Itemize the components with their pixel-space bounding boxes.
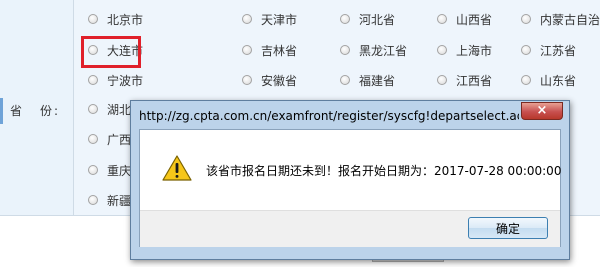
province-option-beijing[interactable]: 北京市 <box>88 11 143 27</box>
province-option-xinjiang[interactable]: 新疆 <box>88 192 131 208</box>
province-option-heilongjiang[interactable]: 黑龙江省 <box>340 42 407 58</box>
ok-button[interactable]: 确定 <box>468 217 548 239</box>
province-label-text: 新疆 <box>107 193 132 208</box>
province-option-hebei[interactable]: 河北省 <box>340 11 395 27</box>
radio-button[interactable] <box>437 45 447 55</box>
selection-highlight-box <box>81 36 141 68</box>
province-label: 省份: <box>10 104 61 118</box>
warning-icon <box>162 155 192 181</box>
province-label-text: 黑龙江省 <box>359 43 408 58</box>
radio-button[interactable] <box>340 45 350 55</box>
province-option-guangxi[interactable]: 广西 <box>88 131 131 147</box>
province-option-shandong[interactable]: 山东省 <box>521 72 576 88</box>
province-label-cell: 省份: <box>0 0 74 216</box>
province-label-text: 江西省 <box>456 73 493 88</box>
province-label-text: 山西省 <box>456 12 493 27</box>
dialog-footer: 确定 <box>140 210 560 247</box>
radio-button[interactable] <box>340 14 350 24</box>
province-label-text: 重庆 <box>107 163 132 178</box>
radio-button[interactable] <box>88 104 98 114</box>
radio-button[interactable] <box>88 195 98 205</box>
radio-button[interactable] <box>88 134 98 144</box>
province-option-shanghai[interactable]: 上海市 <box>437 42 492 58</box>
province-option-jiangxi[interactable]: 江西省 <box>437 72 492 88</box>
province-label-text: 吉林省 <box>261 43 298 58</box>
radio-button[interactable] <box>437 14 447 24</box>
province-label-text: 山东省 <box>540 73 577 88</box>
dialog-body: 该省市报名日期还未到！报名开始日期为：2017-07-28 00:00:00 确… <box>139 129 561 247</box>
province-label-text: 江苏省 <box>540 43 577 58</box>
province-label-text: 福建省 <box>359 73 396 88</box>
radio-button[interactable] <box>437 75 447 85</box>
radio-button[interactable] <box>521 45 531 55</box>
radio-button[interactable] <box>88 75 98 85</box>
province-label-text: 广西 <box>107 132 132 147</box>
province-label-text: 内蒙古自治区 <box>540 12 600 27</box>
province-label-text: 湖北 <box>107 102 132 117</box>
radio-button[interactable] <box>521 75 531 85</box>
province-option-jiangsu[interactable]: 江苏省 <box>521 42 576 58</box>
alert-dialog: http://zg.cpta.com.cn/examfront/register… <box>130 100 570 260</box>
province-label-text: 上海市 <box>456 43 493 58</box>
province-label-text: 天津市 <box>261 12 298 27</box>
province-option-jilin[interactable]: 吉林省 <box>242 42 297 58</box>
radio-button[interactable] <box>242 75 252 85</box>
province-option-neimenggu[interactable]: 内蒙古自治区 <box>521 11 600 27</box>
dialog-title: http://zg.cpta.com.cn/examfront/register… <box>139 109 519 123</box>
radio-button[interactable] <box>340 75 350 85</box>
province-option-chongqing[interactable]: 重庆 <box>88 162 131 178</box>
province-option-ningbo[interactable]: 宁波市 <box>88 72 143 88</box>
radio-button[interactable] <box>242 45 252 55</box>
radio-button[interactable] <box>88 14 98 24</box>
radio-button[interactable] <box>521 14 531 24</box>
province-label-text: 安徽省 <box>261 73 298 88</box>
province-option-tianjin[interactable]: 天津市 <box>242 11 297 27</box>
left-accent-bar <box>0 98 3 124</box>
province-option-fujian[interactable]: 福建省 <box>340 72 395 88</box>
radio-button[interactable] <box>88 165 98 175</box>
radio-button[interactable] <box>242 14 252 24</box>
province-option-anhui[interactable]: 安徽省 <box>242 72 297 88</box>
province-option-hubei[interactable]: 湖北 <box>88 101 131 117</box>
province-label-text: 宁波市 <box>107 73 144 88</box>
province-label-text: 北京市 <box>107 12 144 27</box>
province-label-text: 河北省 <box>359 12 396 27</box>
dialog-message: 该省市报名日期还未到！报名开始日期为：2017-07-28 00:00:00 <box>206 164 562 178</box>
close-button[interactable]: × <box>521 102 563 120</box>
province-option-shanxi[interactable]: 山西省 <box>437 11 492 27</box>
